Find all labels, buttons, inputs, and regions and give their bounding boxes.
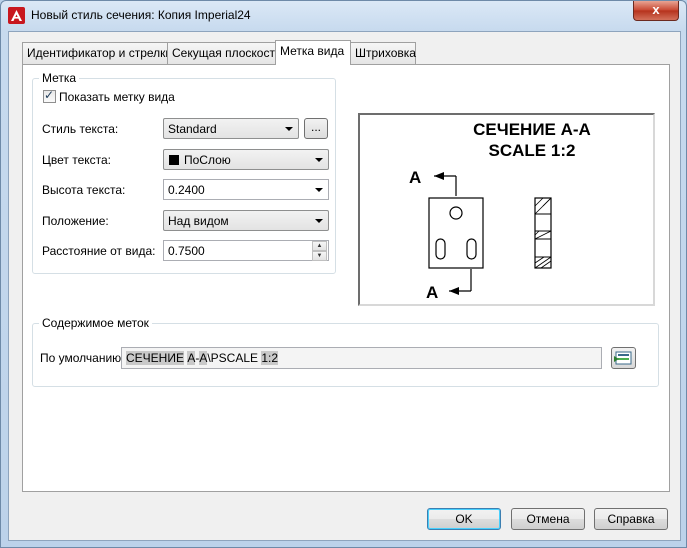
position-label: Положение: xyxy=(42,214,109,228)
text-style-select[interactable]: Standard xyxy=(163,118,299,139)
close-button[interactable]: x xyxy=(633,1,679,21)
tab-label: Секущая плоскость xyxy=(172,46,282,60)
text-style-browse-button[interactable]: ... xyxy=(304,118,328,139)
default-label: По умолчанию: xyxy=(40,351,125,365)
label-group: Метка ✓ Показать метку вида Стиль текста… xyxy=(32,71,336,274)
preview-title-line1: СЕЧЕНИЕ A-A xyxy=(473,120,591,139)
dialog-client: Идентификатор и стрелки Секущая плоскост… xyxy=(8,31,681,541)
chevron-down-icon xyxy=(315,219,323,223)
insert-field-button[interactable] xyxy=(611,347,636,369)
text-color-select[interactable]: ПоСлою xyxy=(163,149,329,170)
tab-view-label[interactable]: Метка вида xyxy=(275,40,351,65)
label-contents-group: Содержимое меток По умолчанию: СЕЧЕНИЕ A… xyxy=(32,316,659,387)
color-swatch xyxy=(169,155,179,165)
spinner-buttons: ▲ ▼ xyxy=(312,241,328,262)
offset-spinner[interactable]: 0.7500 ▲ ▼ xyxy=(163,240,329,261)
cancel-button[interactable]: Отмена xyxy=(511,508,585,530)
field-token: СЕЧЕНИЕ xyxy=(126,351,184,365)
text-style-label: Стиль текста: xyxy=(42,122,119,136)
chevron-down-icon xyxy=(315,188,323,192)
offset-value: 0.7500 xyxy=(168,244,205,258)
show-label-text: Показать метку вида xyxy=(59,90,175,104)
tab-identifier-arrows[interactable]: Идентификатор и стрелки xyxy=(22,42,172,64)
group-title: Содержимое меток xyxy=(39,316,152,330)
ok-button[interactable]: OK xyxy=(427,508,501,530)
dialog-window: Новый стиль сечения: Копия Imperial24 x … xyxy=(0,0,687,548)
preview-label-top: A xyxy=(409,168,421,187)
title-bar[interactable]: Новый стиль сечения: Копия Imperial24 x xyxy=(1,1,686,31)
field-token: 1:2 xyxy=(261,351,279,365)
tab-cutting-plane[interactable]: Секущая плоскость xyxy=(167,42,281,64)
tab-label: Штриховка xyxy=(355,46,416,60)
preview-title-line2: SCALE 1:2 xyxy=(489,141,576,160)
text-token: \PSCALE xyxy=(207,351,262,365)
position-select[interactable]: Над видом xyxy=(163,210,329,231)
browse-label: ... xyxy=(310,120,321,134)
show-label-checkbox[interactable]: ✓ xyxy=(43,88,56,103)
default-value-field[interactable]: СЕЧЕНИЕ A-A\PSCALE 1:2 xyxy=(121,347,602,369)
spin-down-icon[interactable]: ▼ xyxy=(312,251,327,261)
preview-label-bottom: A xyxy=(426,283,438,302)
tab-hatch[interactable]: Штриховка xyxy=(350,42,416,64)
chevron-down-icon xyxy=(315,158,323,162)
tab-label: Метка вида xyxy=(280,44,345,58)
checkmark-icon: ✓ xyxy=(44,88,55,102)
window-title: Новый стиль сечения: Копия Imperial24 xyxy=(31,8,251,22)
help-label: Справка xyxy=(607,512,655,526)
help-button[interactable]: Справка xyxy=(594,508,668,530)
insert-field-icon xyxy=(614,351,632,365)
cancel-label: Отмена xyxy=(526,512,570,526)
section-preview-drawing: СЕЧЕНИЕ A-A SCALE 1:2 A A xyxy=(409,120,591,302)
position-value: Над видом xyxy=(168,214,229,228)
close-icon: x xyxy=(652,2,660,17)
chevron-down-icon xyxy=(285,127,293,131)
group-title: Метка xyxy=(39,71,80,85)
text-height-label: Высота текста: xyxy=(42,183,126,197)
ok-label: OK xyxy=(455,512,473,526)
default-value-text: СЕЧЕНИЕ A-A\PSCALE 1:2 xyxy=(126,351,279,365)
preview-pane: СЕЧЕНИЕ A-A SCALE 1:2 A A xyxy=(358,113,655,306)
text-height-combo[interactable]: 0.2400 xyxy=(163,179,329,200)
offset-label: Расстояние от вида: xyxy=(42,244,156,258)
autocad-app-icon xyxy=(8,7,25,24)
text-height-value: 0.2400 xyxy=(168,183,205,197)
spin-up-icon[interactable]: ▲ xyxy=(312,241,327,251)
text-color-label: Цвет текста: xyxy=(42,153,112,167)
text-color-value: ПоСлою xyxy=(184,153,231,167)
tab-panel-view-label: Метка ✓ Показать метку вида Стиль текста… xyxy=(22,64,670,492)
text-style-value: Standard xyxy=(168,122,217,136)
tab-label: Идентификатор и стрелки xyxy=(27,46,173,60)
